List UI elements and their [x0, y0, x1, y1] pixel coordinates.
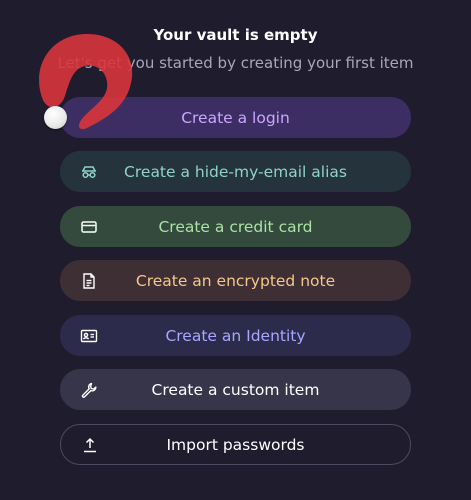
empty-vault-title: Your vault is empty [153, 26, 318, 44]
create-credit-card-button[interactable]: Create a credit card [60, 206, 411, 247]
create-identity-label: Create an Identity [165, 326, 306, 345]
create-note-button[interactable]: Create an encrypted note [60, 260, 411, 301]
create-alias-button[interactable]: Create a hide-my-email alias [60, 151, 411, 192]
empty-vault-subtitle: Let's get you started by creating your f… [57, 54, 414, 72]
create-alias-label: Create a hide-my-email alias [124, 162, 347, 181]
identity-icon [80, 327, 98, 345]
wrench-icon [80, 381, 98, 399]
create-custom-item-label: Create a custom item [151, 380, 320, 399]
create-identity-button[interactable]: Create an Identity [60, 315, 411, 356]
alias-icon [80, 163, 98, 181]
create-custom-item-button[interactable]: Create a custom item [60, 369, 411, 410]
import-passwords-button[interactable]: Import passwords [60, 424, 411, 465]
create-login-button[interactable]: Create a login [60, 97, 411, 138]
note-icon [80, 272, 98, 290]
upload-icon [81, 436, 99, 454]
cursor-knob [44, 106, 67, 129]
import-passwords-label: Import passwords [166, 435, 305, 454]
credit-card-icon [80, 218, 98, 236]
create-credit-card-label: Create a credit card [158, 217, 313, 236]
create-note-label: Create an encrypted note [135, 271, 336, 290]
create-login-label: Create a login [181, 108, 290, 127]
